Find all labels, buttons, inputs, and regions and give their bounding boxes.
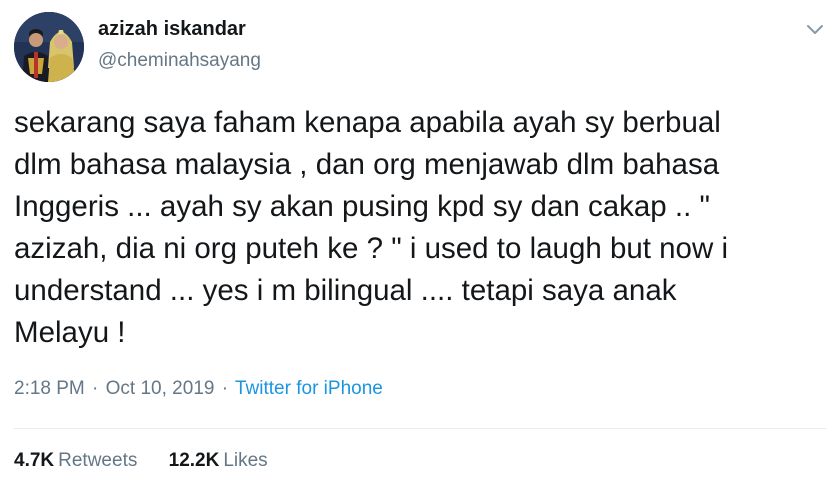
divider bbox=[14, 428, 826, 429]
tweet-text: sekarang saya faham kenapa apabila ayah … bbox=[14, 106, 729, 349]
tweet-stats: 4.7K Retweets 12.2K Likes bbox=[14, 450, 294, 472]
avatar[interactable] bbox=[14, 12, 84, 82]
tweet-date[interactable]: Oct 10, 2019 bbox=[106, 378, 215, 399]
tweet-metadata: 2:18 PM · Oct 10, 2019 · Twitter for iPh… bbox=[14, 378, 383, 400]
tweet-source-link[interactable]: Twitter for iPhone bbox=[235, 378, 383, 399]
tweet-time[interactable]: 2:18 PM bbox=[14, 378, 85, 399]
tweet-card: azizah iskandar @cheminahsayang sekarang… bbox=[0, 0, 840, 484]
separator: · bbox=[221, 378, 229, 399]
chevron-down-icon[interactable] bbox=[804, 18, 826, 40]
retweets-count: 4.7K bbox=[14, 450, 55, 471]
separator: · bbox=[92, 378, 99, 399]
retweets-label: Retweets bbox=[58, 450, 138, 471]
retweets-stat[interactable]: 4.7K Retweets bbox=[14, 450, 143, 471]
likes-stat[interactable]: 12.2K Likes bbox=[169, 450, 268, 471]
likes-label: Likes bbox=[223, 450, 268, 471]
avatar-photo bbox=[14, 12, 84, 82]
user-handle[interactable]: @cheminahsayang bbox=[98, 50, 261, 72]
likes-count: 12.2K bbox=[168, 450, 220, 471]
user-name[interactable]: azizah iskandar bbox=[98, 18, 246, 41]
